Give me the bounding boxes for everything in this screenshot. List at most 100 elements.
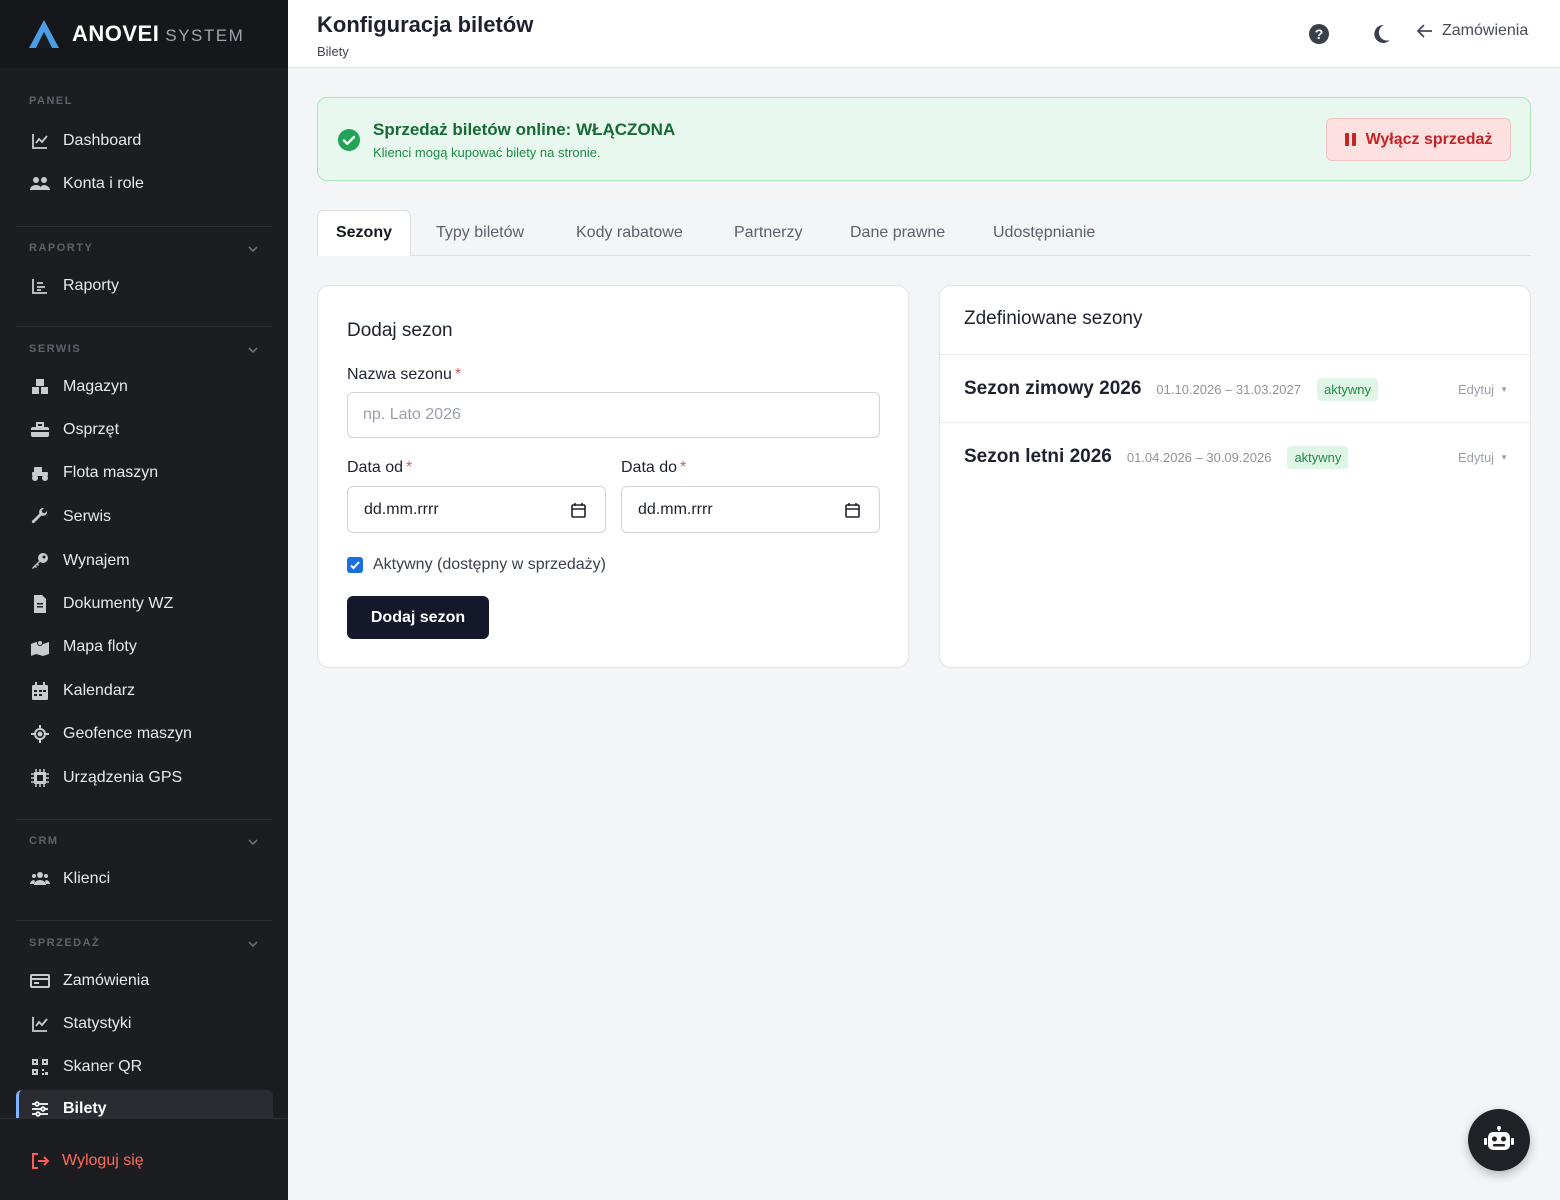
sidebar-item-label: Serwis — [63, 508, 112, 525]
logout-link[interactable]: Wyloguj się — [30, 1151, 144, 1171]
crosshair-icon — [30, 724, 50, 744]
divider — [940, 422, 1530, 423]
date-from-label: Data od * — [347, 459, 412, 477]
wrench-icon — [30, 507, 50, 527]
date-from-value: dd.mm.rrrr — [364, 500, 439, 518]
sidebar-item-label: Magazyn — [63, 378, 128, 395]
add-season-title: Dodaj sezon — [347, 320, 453, 341]
tab-sezony[interactable]: Sezony — [317, 210, 411, 256]
tab-partnerzy[interactable]: Partnerzy — [734, 210, 802, 256]
required-mark: * — [454, 366, 462, 383]
sidebar-item-label: Statystyki — [63, 1015, 132, 1032]
disable-sales-button[interactable]: Wyłącz sprzedaż — [1326, 118, 1511, 161]
edit-dropdown[interactable]: Edytuj ▼ — [1458, 382, 1508, 397]
sign-out-icon — [32, 1153, 50, 1169]
brand-name: ANOVEI — [72, 21, 160, 46]
sidebar-item-geofence[interactable]: Geofence maszyn — [16, 715, 273, 753]
sidebar-item-label: Bilety — [63, 1100, 107, 1117]
sidebar-item-label: Dashboard — [63, 132, 142, 149]
sidebar-item-raporty[interactable]: Raporty — [16, 267, 273, 305]
add-season-button[interactable]: Dodaj sezon — [347, 596, 489, 639]
help-icon[interactable]: ? — [1308, 23, 1330, 45]
sidebar-item-gps[interactable]: Urządzenia GPS — [16, 759, 273, 797]
season-dates: 01.10.2026 – 31.03.2027 — [1156, 381, 1301, 397]
sidebar-item-dashboard[interactable]: Dashboard — [16, 122, 273, 160]
section-crm: CRM — [29, 835, 59, 847]
tab-kody-rabatowe[interactable]: Kody rabatowe — [576, 210, 683, 256]
sidebar-item-klienci[interactable]: Klienci — [16, 860, 273, 898]
edit-dropdown[interactable]: Edytuj ▼ — [1458, 450, 1508, 465]
sidebar-item-label: Flota maszyn — [63, 464, 159, 481]
sidebar-item-magazyn[interactable]: Magazyn — [16, 368, 273, 406]
checkmark-icon — [350, 561, 360, 570]
assistant-button[interactable] — [1468, 1109, 1530, 1171]
check-circle-icon — [338, 129, 360, 151]
sidebar-item-osprzet[interactable]: Osprzęt — [16, 411, 273, 449]
back-link-label: Zamówienia — [1442, 22, 1529, 39]
arrow-left-icon — [1416, 24, 1432, 38]
sidebar-item-label: Geofence maszyn — [63, 725, 192, 742]
tractor-icon — [30, 463, 50, 483]
disable-sales-label: Wyłącz sprzedaż — [1365, 130, 1493, 148]
divider — [940, 354, 1530, 355]
sidebar-item-dokumenty[interactable]: Dokumenty WZ — [16, 585, 273, 623]
date-from-input[interactable]: dd.mm.rrrr — [347, 486, 606, 533]
sidebar-item-label: Urządzenia GPS — [63, 769, 183, 786]
active-checkbox-label: Aktywny (dostępny w sprzedaży) — [373, 556, 606, 573]
moon-icon[interactable] — [1370, 23, 1392, 45]
date-to-label-text: Data do — [621, 459, 678, 476]
date-to-input[interactable]: dd.mm.rrrr — [621, 486, 880, 533]
svg-text:?: ? — [1315, 26, 1324, 42]
divider — [16, 819, 272, 820]
divider — [16, 226, 272, 227]
chart-line-icon — [30, 1014, 50, 1034]
qrcode-icon — [30, 1057, 50, 1077]
sidebar-item-serwis[interactable]: Serwis — [16, 498, 273, 536]
season-name-label-text: Nazwa sezonu — [347, 366, 452, 383]
required-mark: * — [680, 459, 687, 476]
chevron-down-icon[interactable] — [246, 242, 260, 256]
robot-icon — [1484, 1126, 1514, 1150]
divider — [16, 326, 272, 327]
date-to-value: dd.mm.rrrr — [638, 500, 713, 518]
sales-status-alert: Sprzedaż biletów online: WŁĄCZONA Klienc… — [317, 97, 1531, 181]
calendar-icon[interactable] — [571, 502, 586, 518]
sidebar-item-label: Klienci — [63, 870, 111, 887]
cash-register-icon — [30, 971, 50, 991]
sidebar-item-flota[interactable]: Flota maszyn — [16, 454, 273, 492]
sidebar-item-zamowienia[interactable]: Zamówienia — [16, 962, 273, 1000]
tab-typy-biletow[interactable]: Typy biletów — [436, 210, 524, 256]
season-dates: 01.04.2026 – 30.09.2026 — [1126, 449, 1272, 465]
chevron-down-icon[interactable] — [246, 343, 260, 357]
sidebar-item-statystyki[interactable]: Statystyki — [16, 1005, 273, 1043]
add-season-card: Dodaj sezon Nazwa sezonu* Data od* Data … — [317, 285, 909, 668]
chevron-down-icon[interactable] — [246, 835, 260, 849]
date-to-label: Data do * — [621, 459, 686, 477]
active-checkbox-row[interactable]: Aktywny (dostępny w sprzedaży) — [347, 556, 606, 574]
tab-udostepnianie[interactable]: Udostępnianie — [993, 210, 1095, 256]
tab-dane-prawne[interactable]: Dane prawne — [850, 210, 945, 256]
back-to-orders-link[interactable]: Zamówienia — [1416, 22, 1528, 40]
chevron-down-icon[interactable] — [246, 937, 260, 951]
sidebar-item-wynajem[interactable]: Wynajem — [16, 542, 273, 580]
sidebar-item-label: Raporty — [63, 277, 120, 294]
active-checkbox[interactable] — [347, 557, 363, 573]
sliders-icon — [30, 1099, 50, 1119]
brand[interactable]: ANOVEI SYSTEM — [0, 0, 288, 68]
sidebar-item-label: Kalendarz — [63, 682, 136, 699]
season-name-input[interactable] — [347, 392, 880, 438]
sidebar-item-kalendarz[interactable]: Kalendarz — [16, 672, 273, 710]
sidebar-item-skaner[interactable]: Skaner QR — [16, 1048, 273, 1086]
brand-sub: SYSTEM — [165, 25, 245, 45]
sidebar-item-konta[interactable]: Konta i role — [16, 165, 273, 203]
section-sprzedaz: SPRZEDAŻ — [29, 937, 101, 949]
sidebar-item-label: Osprzęt — [63, 421, 120, 438]
defined-seasons-card: Zdefiniowane sezony Sezon zimowy 2026 01… — [939, 285, 1531, 668]
top-header: Konfiguracja biletów Bilety ? Zamówienia — [288, 0, 1560, 68]
file-icon — [30, 594, 50, 614]
status-badge: aktywny — [1287, 445, 1349, 469]
calendar-icon[interactable] — [845, 502, 860, 518]
sidebar-item-label: Konta i role — [63, 175, 144, 192]
sidebar-item-mapa[interactable]: Mapa floty — [16, 628, 273, 666]
boxes-icon — [30, 377, 50, 397]
